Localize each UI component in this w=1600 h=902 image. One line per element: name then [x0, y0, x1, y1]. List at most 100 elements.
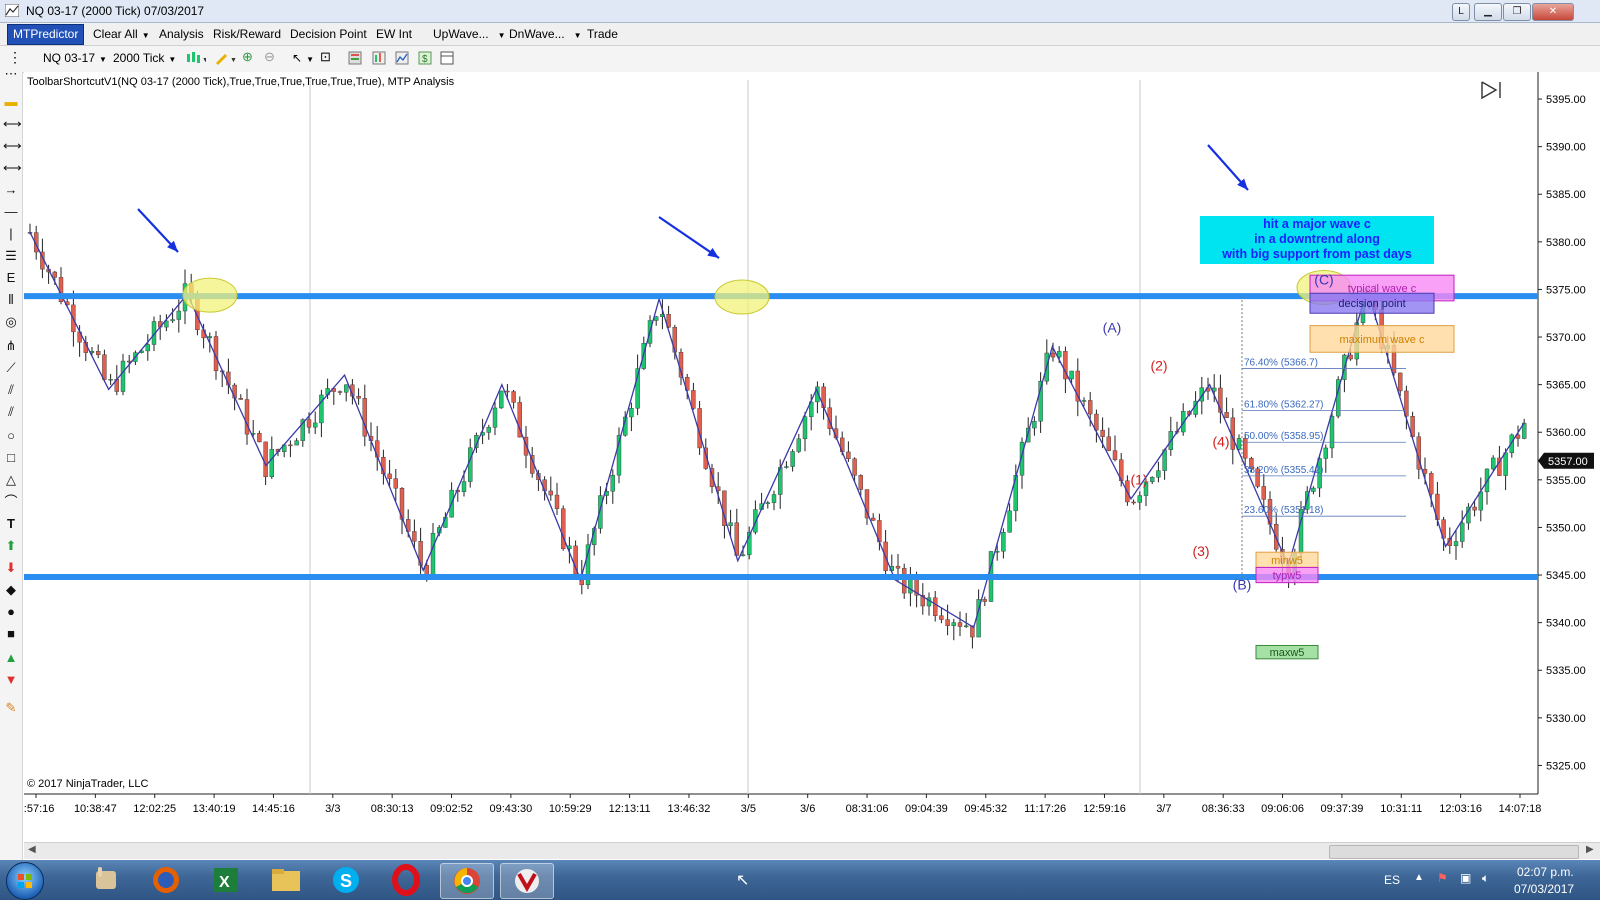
start-button[interactable]	[6, 862, 44, 900]
text-icon[interactable]: T	[3, 516, 19, 532]
menu-upwave[interactable]: UpWave... ▼	[433, 27, 506, 41]
candle-body	[1224, 412, 1229, 418]
taskbar-skype[interactable]: S	[320, 863, 372, 897]
arrow-down-icon[interactable]: ⬇	[3, 560, 19, 576]
taskbar-explorer[interactable]	[260, 863, 312, 897]
link-window-button[interactable]: L	[1452, 3, 1470, 21]
diamond-icon[interactable]: ◆	[3, 582, 19, 598]
arrow-up-icon[interactable]: ⬆	[3, 538, 19, 554]
zoom-out-icon[interactable]: ⊖	[264, 49, 275, 65]
instrument-selector[interactable]: NQ 03-17 ▼	[43, 51, 107, 65]
x-tick-label: 09:02:52	[430, 803, 473, 815]
clock-date[interactable]: 07/03/2017	[1514, 882, 1574, 896]
skype-icon: S	[333, 867, 359, 893]
data-box-icon[interactable]: ⊡	[320, 49, 331, 65]
candle-body	[52, 271, 57, 278]
menu-clear-all[interactable]: Clear All ▼	[93, 27, 150, 41]
taskbar-firefox[interactable]	[140, 863, 192, 897]
interval-selector[interactable]: 2000 Tick ▼	[113, 51, 176, 65]
taskbar-excel[interactable]: X	[200, 863, 252, 897]
menu-mtpredictor[interactable]: MTPredictor	[7, 24, 85, 45]
minimize-button[interactable]: ▁	[1474, 3, 1502, 21]
vertical-line-icon[interactable]: |	[3, 226, 19, 242]
menu-analysis[interactable]: Analysis	[159, 27, 204, 41]
taskbar-ninjatrader[interactable]	[500, 863, 554, 899]
rectangle-icon[interactable]: □	[3, 450, 19, 466]
dot-icon[interactable]: ●	[3, 604, 19, 620]
action-center-icon[interactable]: ⚑	[1437, 871, 1448, 885]
volume-icon[interactable]: 🔈︎	[1482, 871, 1489, 886]
x-tick-label: 08:36:33	[1202, 803, 1245, 815]
extended-line-icon[interactable]: ⟷	[3, 160, 22, 176]
bar-type-icon[interactable]: ▼	[186, 51, 206, 65]
menu-ew-int[interactable]: EW Int	[376, 27, 412, 41]
maximize-button[interactable]: ❐	[1503, 3, 1531, 21]
tray-expand-icon[interactable]: ▲	[1414, 872, 1424, 883]
x-tick-label: 9:57:16	[24, 803, 54, 815]
horizontal-line-icon[interactable]: —	[3, 204, 19, 220]
menu-risk-reward[interactable]: Risk/Reward	[213, 27, 281, 41]
candle-body	[387, 473, 392, 479]
triangle-icon[interactable]: △	[3, 472, 19, 488]
fib-circle-icon[interactable]: ◎	[3, 314, 19, 330]
x-tick-label: 13:40:19	[193, 803, 236, 815]
remove-drawings-icon[interactable]: ✎	[3, 700, 19, 716]
square-icon[interactable]: ■	[3, 626, 19, 642]
candle-body	[933, 597, 938, 616]
x-tick-label: 3/3	[325, 803, 340, 815]
candle-body	[1094, 413, 1099, 431]
scroll-right-icon[interactable]: ▶	[1586, 844, 1594, 855]
ellipse-icon[interactable]: ○	[3, 428, 19, 444]
taskbar-hand-app[interactable]	[80, 863, 132, 897]
taskbar-chrome[interactable]	[440, 863, 494, 899]
language-indicator[interactable]: ES	[1384, 873, 1400, 887]
template-icon[interactable]	[440, 51, 454, 65]
ray-icon[interactable]: ⟷	[3, 138, 22, 154]
svg-text:▼: ▼	[230, 57, 236, 64]
chart-horizontal-scrollbar[interactable]: ◀ ▶	[24, 842, 1600, 859]
candle-body	[170, 319, 175, 322]
network-icon[interactable]: ▣	[1460, 871, 1471, 885]
menu-dnwave[interactable]: DnWave... ▼	[509, 27, 582, 41]
gann-fan-icon[interactable]: ⟋	[3, 360, 19, 376]
candle-body	[1472, 506, 1477, 511]
candle-body	[1156, 470, 1161, 478]
candle-body	[1453, 541, 1459, 546]
price-chart[interactable]: 5395.00 5390.00 5385.00 5380.00 5375.00 5370.…	[24, 72, 1600, 842]
scroll-thumb[interactable]	[1329, 845, 1579, 859]
pitchfork-icon[interactable]: ⋔	[3, 338, 19, 354]
properties-icon[interactable]	[348, 51, 362, 65]
wave-label: (2)	[1150, 357, 1167, 373]
fib-time-icon[interactable]: ⦀	[3, 292, 19, 308]
indicators-icon[interactable]	[395, 51, 409, 65]
cursor-tool-icon[interactable]: ↖ ▼	[292, 51, 314, 65]
arrow-line-icon[interactable]: →	[3, 182, 19, 198]
trend-channel-icon[interactable]: ⫽	[3, 404, 19, 420]
triangle-up-icon[interactable]: ▲	[3, 650, 19, 666]
clock-time[interactable]: 02:07 p.m.	[1517, 865, 1574, 879]
pencil-icon[interactable]: ▼	[214, 51, 236, 65]
zoom-in-icon[interactable]: ⊕	[242, 49, 253, 65]
scroll-left-icon[interactable]: ◀	[28, 844, 36, 855]
regression-channel-icon[interactable]: ⫽	[3, 382, 19, 398]
line-icon[interactable]: ⟷	[3, 116, 22, 132]
fib-extension-icon[interactable]: Ε	[3, 270, 19, 286]
taskbar-opera[interactable]	[380, 863, 432, 897]
close-button[interactable]: ✕	[1532, 3, 1574, 21]
strategies-icon[interactable]	[372, 51, 386, 65]
y-tick-label: 5325.00	[1546, 760, 1586, 772]
candle-body	[995, 551, 1000, 553]
mouse-cursor-icon: ↖	[736, 872, 750, 889]
x-tick-label: 10:38:47	[74, 803, 117, 815]
candle-body	[145, 344, 151, 352]
candle-body	[1149, 477, 1155, 482]
triangle-down-icon[interactable]: ▼	[3, 672, 19, 688]
fib-retracement-icon[interactable]: ☰	[3, 248, 19, 264]
dollar-icon[interactable]: $	[418, 51, 432, 65]
arc-icon[interactable]: ⌒	[3, 494, 19, 510]
menu-decision-point[interactable]: Decision Point	[290, 27, 367, 41]
ruler-icon[interactable]: ▬	[3, 94, 19, 110]
menu-trade[interactable]: Trade	[587, 27, 618, 41]
candle-body	[313, 422, 318, 428]
price-chart-panel[interactable]: 5395.00 5390.00 5385.00 5380.00 5375.00 5370.…	[24, 72, 1600, 842]
